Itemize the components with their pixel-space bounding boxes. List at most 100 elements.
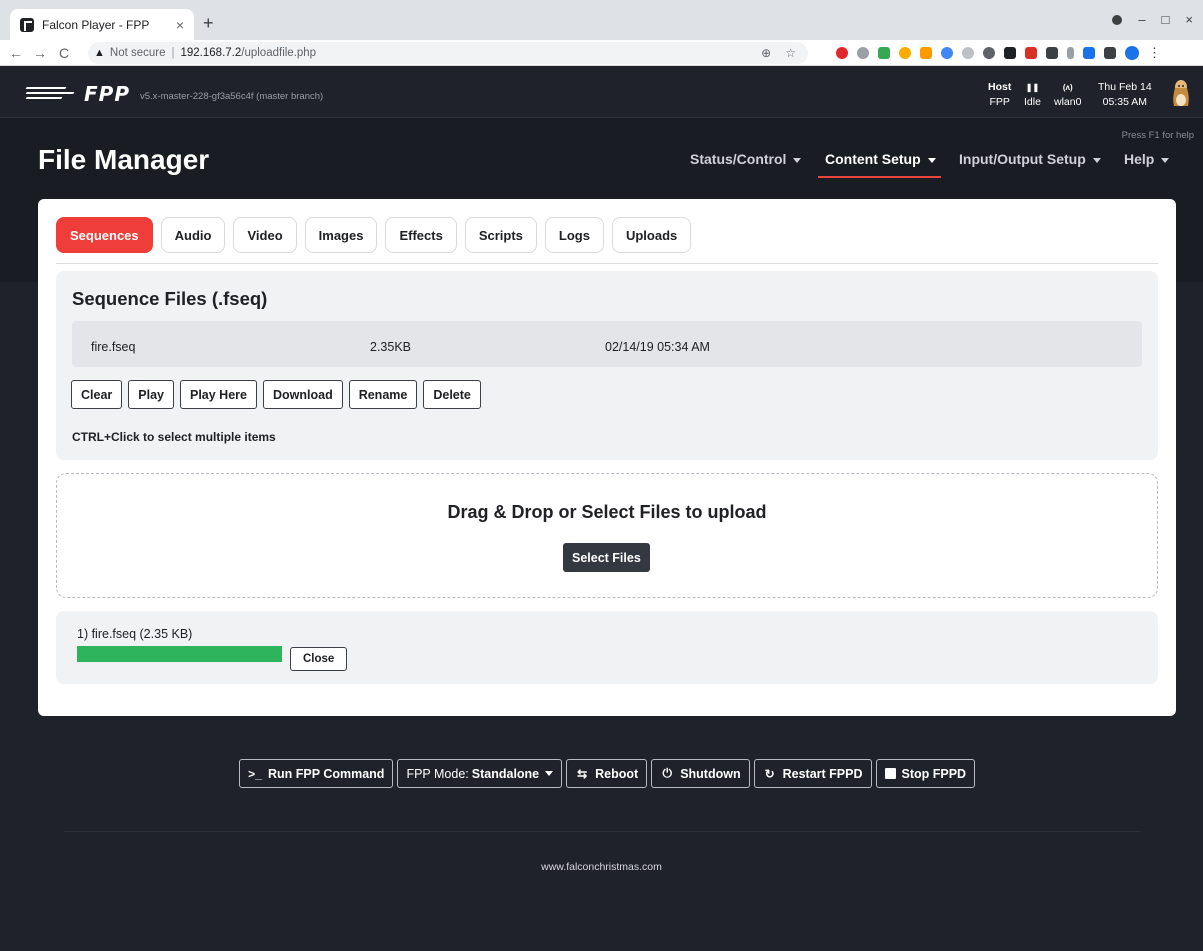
- page-title: File Manager: [38, 144, 210, 175]
- fpp-favicon-icon: [20, 17, 34, 32]
- host-label: Host: [988, 81, 1012, 93]
- panel-title: Sequence Files (.fseq): [72, 288, 268, 309]
- extension-amazon-icon[interactable]: [920, 47, 932, 59]
- play-button[interactable]: Play: [128, 380, 174, 409]
- extension-record-icon[interactable]: [1025, 47, 1037, 59]
- nav-input-output-setup[interactable]: Input/Output Setup: [959, 151, 1101, 167]
- file-type-tabs: Sequences Audio Video Images Effects Scr…: [56, 217, 692, 253]
- nav-label: Input/Output Setup: [959, 151, 1086, 167]
- fpp-mode-dropdown[interactable]: FPP Mode: Standalone: [397, 759, 563, 788]
- url-path: /uploadfile.php: [241, 47, 317, 59]
- upload-status-panel: 1) fire.fseq (2.35 KB) Close: [56, 611, 1158, 684]
- window-close-icon[interactable]: ×: [1185, 12, 1193, 27]
- dropzone-title: Drag & Drop or Select Files to upload: [447, 502, 767, 522]
- stop-icon: [884, 768, 896, 779]
- chevron-down-icon: [545, 771, 554, 776]
- tab-images[interactable]: Images: [304, 217, 378, 253]
- status-state: ❚❚ Idle: [1024, 80, 1041, 110]
- extension-sun-icon[interactable]: [899, 47, 911, 59]
- version-text: v5.x-master-228-gf3a56c4f (master branch…: [139, 90, 324, 102]
- extension-bottle-icon[interactable]: [1067, 47, 1074, 59]
- footer-link[interactable]: www.falconchristmas.com: [0, 861, 1203, 873]
- nav-status-control[interactable]: Status/Control: [690, 151, 802, 167]
- reboot-label: Reboot: [595, 766, 639, 781]
- omnibox-actions: ⊕ ☆: [761, 46, 796, 60]
- extensions-puzzle-icon[interactable]: [1104, 47, 1116, 59]
- profile-dot-icon[interactable]: [1112, 14, 1123, 25]
- zoom-icon[interactable]: ⊕: [761, 46, 771, 60]
- shutdown-button[interactable]: ⏻ Shutdown: [651, 759, 750, 788]
- play-here-button[interactable]: Play Here: [180, 380, 257, 409]
- reload-icon[interactable]: C: [56, 45, 72, 61]
- power-icon: ⏻: [662, 766, 672, 780]
- tab-uploads[interactable]: Uploads: [611, 217, 692, 253]
- nav-label: Status/Control: [690, 151, 787, 167]
- extension-icons: ⋮: [836, 45, 1161, 61]
- profile-avatar-icon[interactable]: [1125, 46, 1139, 60]
- close-button[interactable]: Close: [290, 647, 348, 671]
- extension-opera-icon[interactable]: [836, 47, 848, 59]
- clear-button[interactable]: Clear: [71, 380, 123, 409]
- window-controls: – □ ×: [1112, 12, 1193, 27]
- nav-help[interactable]: Help: [1124, 151, 1170, 167]
- delete-button[interactable]: Delete: [423, 380, 481, 409]
- file-name: fire.fseq: [91, 340, 136, 354]
- stop-fppd-button[interactable]: Stop FPPD: [875, 759, 976, 788]
- help-hint: Press F1 for help: [1121, 130, 1194, 141]
- browser-toolbar: ← → C ▲ Not secure | 192.168.7.2 /upload…: [0, 40, 1203, 66]
- command-bar: >_ Run FPP Command FPP Mode: Standalone …: [239, 759, 976, 788]
- rename-button[interactable]: Rename: [348, 380, 418, 409]
- reboot-button[interactable]: ⇆ Reboot: [566, 759, 648, 788]
- extension-feather-icon[interactable]: [1083, 47, 1095, 59]
- restart-label: Restart FPPD: [782, 766, 863, 781]
- extension-box-icon[interactable]: [1046, 47, 1058, 59]
- multi-select-hint: CTRL+Click to select multiple items: [72, 430, 276, 444]
- close-tab-icon[interactable]: ×: [176, 17, 184, 33]
- run-fpp-command-button[interactable]: >_ Run FPP Command: [239, 759, 394, 788]
- chevron-down-icon: [793, 157, 802, 163]
- extension-phone-icon[interactable]: [878, 47, 890, 59]
- extension-pin-icon[interactable]: [983, 47, 995, 59]
- file-actions: Clear Play Play Here Download Rename Del…: [71, 380, 481, 409]
- state-value: Idle: [1024, 96, 1041, 108]
- upload-dropzone[interactable]: Drag & Drop or Select Files to upload Se…: [56, 473, 1158, 598]
- extension-globe-icon[interactable]: [857, 47, 869, 59]
- user-avatar-icon[interactable]: [1169, 78, 1193, 108]
- select-files-button[interactable]: Select Files: [563, 543, 650, 572]
- back-icon[interactable]: ←: [8, 45, 24, 61]
- tab-effects[interactable]: Effects: [385, 217, 457, 253]
- forward-icon[interactable]: →: [32, 45, 48, 61]
- tab-audio[interactable]: Audio: [160, 217, 226, 253]
- status-wifi: (ᴧ) wlan0: [1054, 80, 1081, 110]
- mode-value: Standalone: [471, 766, 540, 781]
- fpp-logo[interactable]: FPP v5.x-master-228-gf3a56c4f (master br…: [25, 82, 324, 106]
- extension-cloud-icon[interactable]: [941, 47, 953, 59]
- minimize-icon[interactable]: –: [1138, 12, 1145, 27]
- warning-icon: ▲: [94, 47, 105, 59]
- maximize-icon[interactable]: □: [1162, 12, 1170, 27]
- nav-label: Help: [1124, 151, 1155, 167]
- tab-video[interactable]: Video: [233, 217, 297, 253]
- tab-sequences[interactable]: Sequences: [56, 217, 153, 253]
- new-tab-icon[interactable]: +: [203, 13, 214, 34]
- nav-content-setup[interactable]: Content Setup: [825, 151, 936, 167]
- address-bar[interactable]: ▲ Not secure | 192.168.7.2 /uploadfile.p…: [88, 42, 808, 64]
- footer-divider: [64, 831, 1140, 832]
- wifi-icon: (ᴧ): [1062, 83, 1073, 92]
- bookmark-star-icon[interactable]: ☆: [785, 46, 796, 60]
- browser-tab-title: Falcon Player - FPP: [42, 17, 150, 32]
- restart-fppd-button[interactable]: ↻ Restart FPPD: [753, 759, 872, 788]
- tab-scripts[interactable]: Scripts: [464, 217, 537, 253]
- active-nav-underline: [818, 176, 941, 178]
- download-button[interactable]: Download: [262, 380, 343, 409]
- upload-item-label: 1) fire.fseq (2.35 KB): [77, 627, 193, 641]
- chevron-down-icon: [1092, 157, 1101, 163]
- extension-circle-icon[interactable]: [962, 47, 974, 59]
- tab-logs[interactable]: Logs: [544, 217, 604, 253]
- reboot-icon: ⇆: [577, 766, 588, 781]
- table-row[interactable]: fire.fseq 2.35KB 02/14/19 05:34 AM: [72, 321, 1142, 367]
- browser-tab[interactable]: Falcon Player - FPP ×: [10, 9, 194, 40]
- browser-menu-icon[interactable]: ⋮: [1148, 45, 1161, 61]
- extension-dark-icon[interactable]: [1004, 47, 1016, 59]
- security-label: Not secure: [109, 47, 166, 59]
